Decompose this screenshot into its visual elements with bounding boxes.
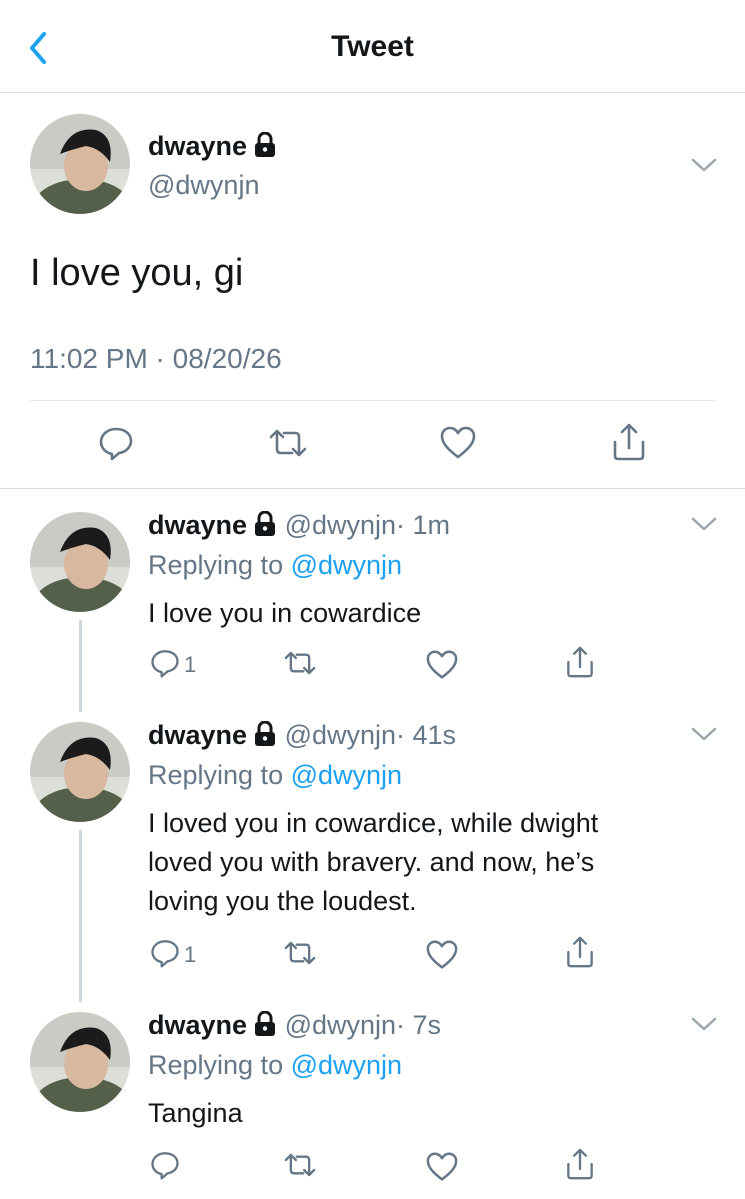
retweet-icon bbox=[284, 1153, 316, 1177]
mention-link[interactable]: @dwynjn bbox=[291, 550, 402, 580]
reply-button[interactable] bbox=[150, 1150, 180, 1180]
replying-to: Replying to @dwynjn bbox=[148, 760, 403, 790]
share-button[interactable] bbox=[565, 1147, 595, 1181]
reply-time: · 7s bbox=[396, 1010, 442, 1040]
reply-author-handle[interactable]: @dwynjn bbox=[285, 720, 396, 750]
reply-author-name[interactable]: dwayne @dwynjn· 7s bbox=[148, 1010, 441, 1041]
tweet-options-button[interactable] bbox=[691, 157, 717, 173]
share-button[interactable] bbox=[565, 645, 595, 679]
thread-connector bbox=[79, 830, 82, 1002]
like-button[interactable] bbox=[440, 426, 476, 460]
divider bbox=[30, 400, 715, 401]
tweet-options-button[interactable] bbox=[691, 1016, 717, 1032]
chevron-down-icon bbox=[691, 158, 717, 172]
tweet-options-button[interactable] bbox=[691, 516, 717, 532]
reply-text: Tangina bbox=[148, 1098, 243, 1128]
tweet-author-name[interactable]: dwayne bbox=[148, 131, 277, 162]
top-bar: Tweet bbox=[0, 0, 745, 93]
like-icon bbox=[426, 1152, 458, 1181]
like-button[interactable] bbox=[426, 940, 458, 970]
share-icon bbox=[567, 936, 593, 968]
reply-text-line: I loved you in cowardice, while dwight bbox=[148, 808, 599, 838]
share-icon bbox=[567, 646, 593, 678]
lock-icon bbox=[255, 1011, 276, 1036]
reply-text-line: loving you the loudest. bbox=[148, 886, 417, 916]
lock-icon bbox=[255, 721, 276, 746]
chevron-down-icon bbox=[691, 517, 717, 531]
like-button[interactable] bbox=[426, 1152, 458, 1182]
avatar[interactable] bbox=[30, 722, 130, 822]
avatar[interactable] bbox=[30, 512, 130, 612]
reply-icon bbox=[151, 940, 179, 968]
reply-button[interactable] bbox=[150, 648, 180, 678]
tweet-options-button[interactable] bbox=[691, 726, 717, 742]
avatar[interactable] bbox=[30, 114, 130, 214]
retweet-button[interactable] bbox=[268, 425, 308, 461]
page-title: Tweet bbox=[331, 30, 414, 63]
reply-button[interactable] bbox=[150, 938, 180, 968]
thread-connector bbox=[79, 620, 82, 712]
like-icon bbox=[426, 940, 458, 969]
share-button[interactable] bbox=[611, 422, 647, 462]
replying-to: Replying to @dwynjn bbox=[148, 1050, 403, 1080]
retweet-button[interactable] bbox=[283, 648, 317, 678]
retweet-button[interactable] bbox=[283, 938, 317, 968]
like-icon bbox=[440, 426, 476, 459]
reply-time: · 41s bbox=[396, 720, 457, 750]
avatar[interactable] bbox=[30, 1012, 130, 1112]
lock-icon bbox=[255, 511, 276, 536]
chevron-down-icon bbox=[691, 1017, 717, 1031]
retweet-icon bbox=[269, 429, 307, 457]
reply-count: 1 bbox=[184, 652, 197, 677]
reply-author-name[interactable]: dwayne @dwynjn· 1m bbox=[148, 510, 450, 541]
chevron-down-icon bbox=[691, 727, 717, 741]
reply-text: I loved you in cowardice, while dwight l… bbox=[148, 804, 708, 921]
reply-button[interactable] bbox=[98, 425, 134, 461]
reply-text-line: loved you with bravery. and now, he’s bbox=[148, 847, 595, 877]
tweet-author-handle[interactable]: @dwynjn bbox=[148, 170, 259, 201]
share-icon bbox=[613, 423, 645, 461]
tweet-text: I love you, gi bbox=[30, 252, 244, 294]
replying-to: Replying to @dwynjn bbox=[148, 550, 403, 580]
retweet-icon bbox=[284, 941, 316, 965]
share-icon bbox=[567, 1148, 593, 1180]
reply-text: I love you in cowardice bbox=[148, 598, 422, 628]
tweet-timestamp[interactable]: 11:02 PM · 08/20/26 bbox=[30, 343, 282, 375]
like-icon bbox=[426, 650, 458, 679]
reply-author-name[interactable]: dwayne @dwynjn· 41s bbox=[148, 720, 456, 751]
lock-icon bbox=[255, 132, 276, 157]
share-button[interactable] bbox=[565, 935, 595, 969]
mention-link[interactable]: @dwynjn bbox=[291, 1050, 402, 1080]
mention-link[interactable]: @dwynjn bbox=[291, 760, 402, 790]
reply-time: · 1m bbox=[396, 510, 451, 540]
like-button[interactable] bbox=[426, 650, 458, 680]
reply-icon bbox=[99, 427, 133, 461]
retweet-icon bbox=[284, 651, 316, 675]
reply-icon bbox=[151, 650, 179, 678]
reply-count: 1 bbox=[184, 942, 197, 967]
retweet-button[interactable] bbox=[283, 1150, 317, 1180]
divider bbox=[0, 488, 745, 489]
reply-author-handle[interactable]: @dwynjn bbox=[285, 1010, 396, 1040]
reply-author-handle[interactable]: @dwynjn bbox=[285, 510, 396, 540]
reply-icon bbox=[151, 1152, 179, 1180]
